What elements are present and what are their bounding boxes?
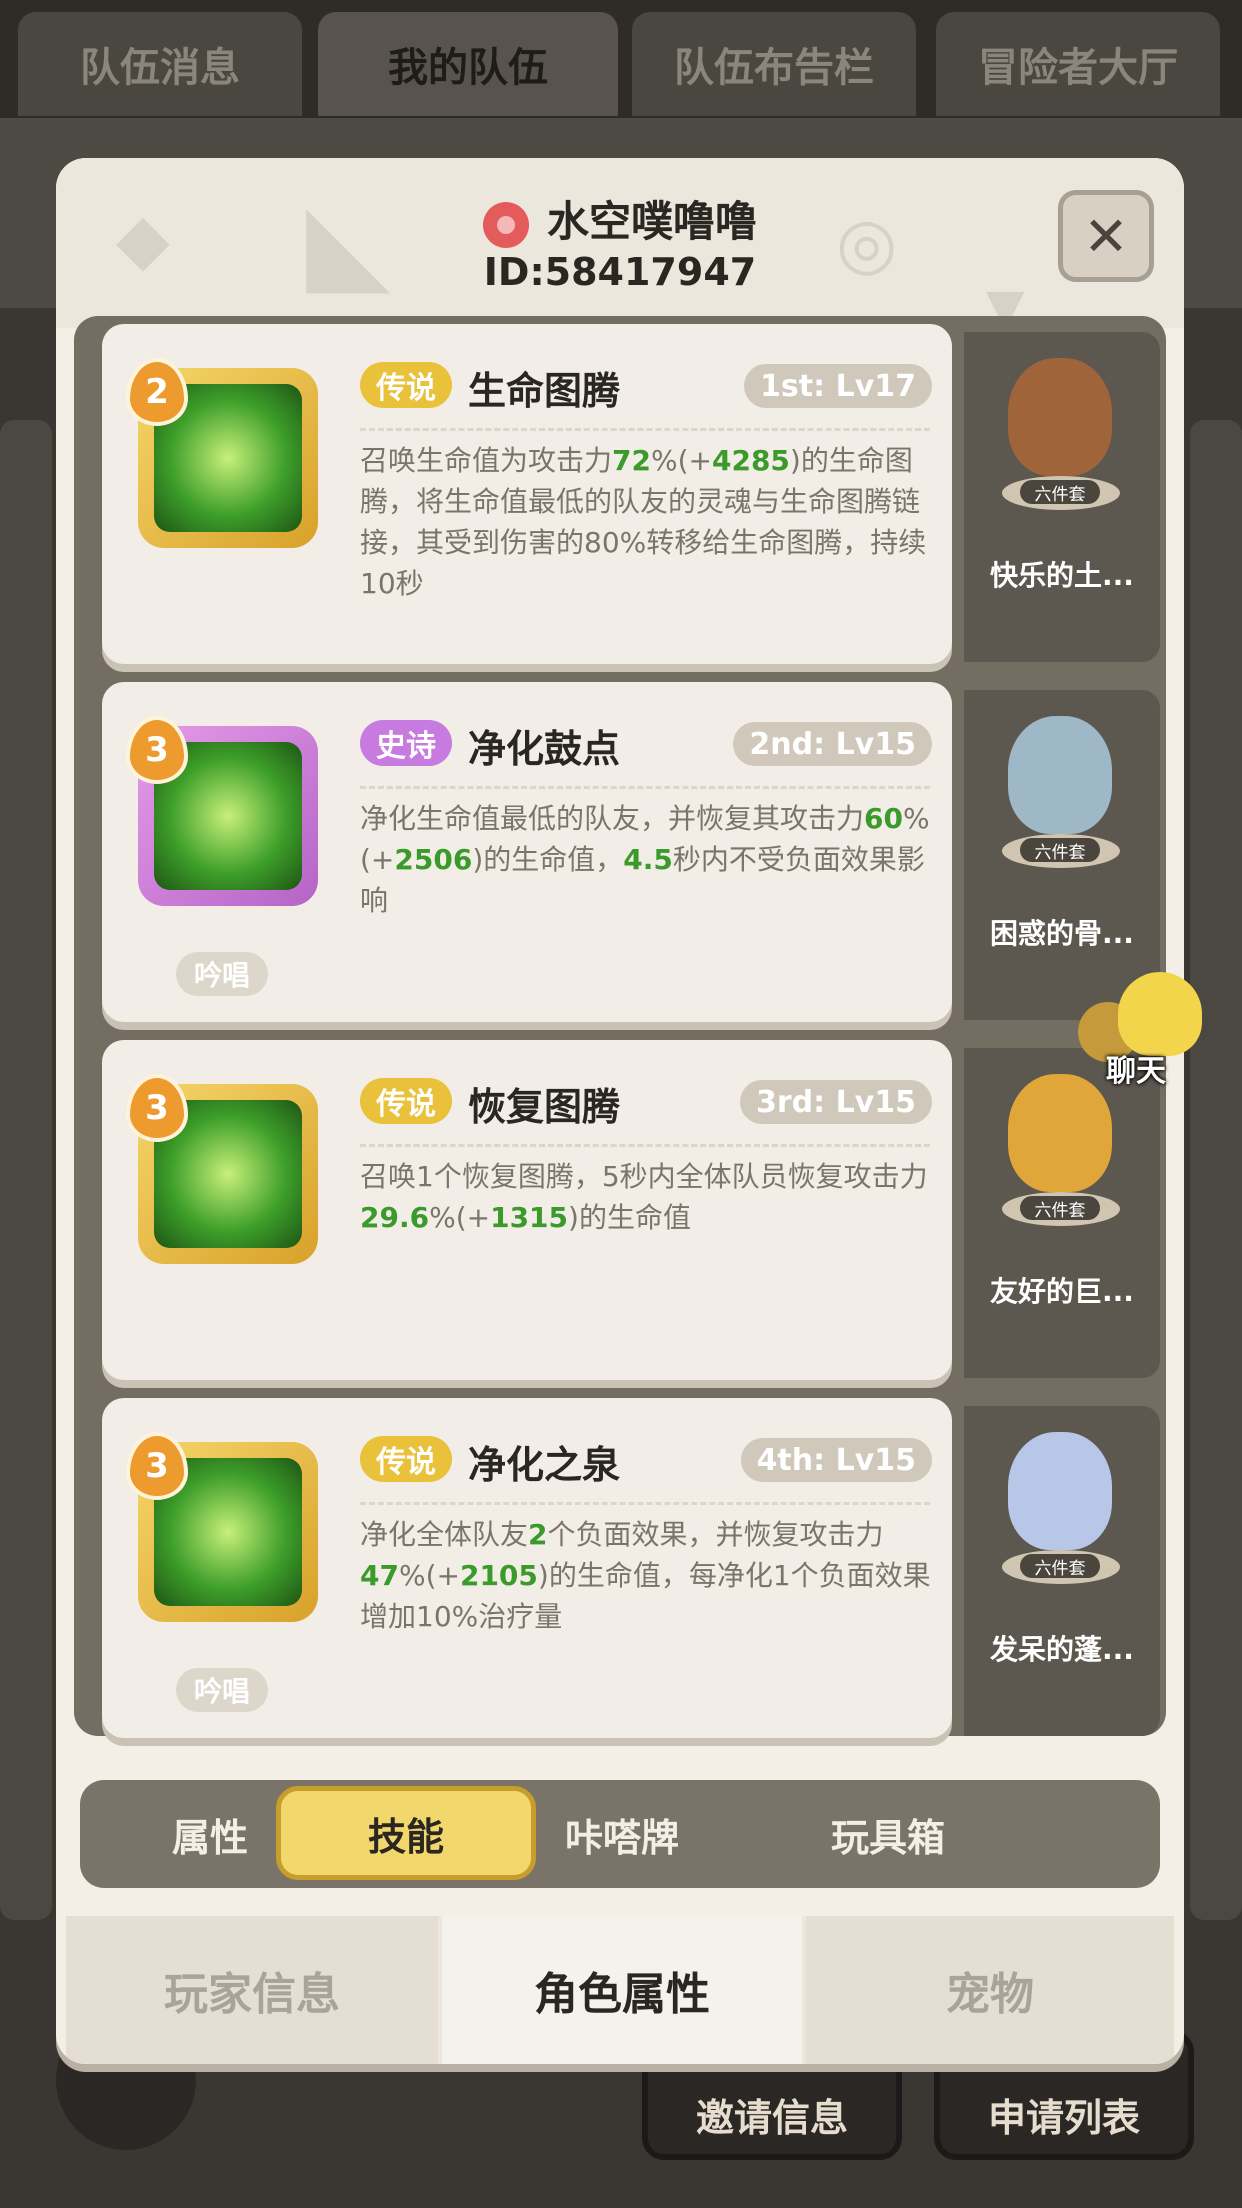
tab-character-attributes[interactable]: 角色属性 — [442, 1916, 802, 2064]
divider — [360, 1502, 930, 1505]
skill-rarity-badge: 传说 — [360, 1436, 452, 1482]
pet-figure: 六件套 — [984, 716, 1134, 876]
divider — [360, 428, 930, 431]
skill-value-highlight: 2 — [528, 1518, 548, 1551]
skill-value-highlight: 60 — [864, 802, 903, 835]
skill-value-highlight: 29.6 — [360, 1201, 430, 1234]
skill-description-text: 个负面效果，并恢复攻击力 — [547, 1518, 884, 1551]
pet-figure: 六件套 — [984, 358, 1134, 518]
pet-name: 快乐的土... — [990, 559, 1134, 592]
pet-slot[interactable]: 六件套快乐的土... — [964, 332, 1160, 662]
player-detail-modal: ◆ ◣ ◎ ▼ 水空噗噜噜 ID:58417947 ✕ 六件套 快乐的土... 2 传… — [56, 158, 1184, 2064]
pet-figure: 六件套 — [984, 1074, 1134, 1234]
pet-name: 友好的巨... — [990, 1275, 1134, 1308]
pet-slot[interactable]: 六件套友好的巨... — [964, 1048, 1160, 1378]
skill-description-text: )的生命值 — [568, 1201, 691, 1234]
skill-rarity-badge: 史诗 — [360, 720, 452, 766]
skill-value-highlight: 2506 — [394, 843, 473, 876]
skill-value-highlight: 72 — [612, 444, 651, 477]
pet-set-tag: 六件套 — [1020, 480, 1100, 505]
bg-tab-adventurer-hall[interactable]: 冒险者大厅 — [936, 12, 1220, 116]
skill-rank-badge: 2nd: Lv15 — [733, 722, 932, 766]
skill-description-text: 召唤生命值为攻击力 — [360, 444, 613, 477]
chat-label: 聊天 — [1106, 1054, 1166, 1089]
tab-player-info[interactable]: 玩家信息 — [66, 1916, 438, 2064]
skill-name: 恢复图腾 — [468, 1085, 621, 1129]
main-tab-bar: 玩家信息 角色属性 宠物 — [66, 1916, 1174, 2064]
skill-description-text: 召唤1个恢复图腾，5秒内全体队员恢复攻击力 — [360, 1160, 928, 1193]
bg-tab-my-team[interactable]: 我的队伍 — [318, 12, 618, 116]
skill-description-text: %(+ — [398, 1559, 460, 1592]
divider — [360, 1144, 930, 1147]
player-name-row: 水空噗噜噜 — [56, 188, 1184, 249]
pet-set-tag: 六件套 — [1020, 838, 1100, 863]
skill-rarity-badge: 传说 — [360, 1078, 452, 1124]
close-icon: ✕ — [1083, 204, 1129, 268]
pet-icon — [1008, 358, 1112, 476]
skill-description-text: %(+ — [650, 444, 712, 477]
chant-tag: 吟唱 — [176, 1668, 269, 1712]
pet-figure: 六件套 — [984, 1432, 1134, 1592]
player-name: 水空噗噜噜 — [546, 197, 757, 246]
pet-set-tag: 六件套 — [1020, 1196, 1100, 1221]
skill-description: 净化全体队友2个负面效果，并恢复攻击力47%(+2105)的生命值，每净化1个负… — [360, 1514, 940, 1637]
skill-description: 召唤生命值为攻击力72%(+4285)的生命图腾，将生命值最低的队友的灵魂与生命… — [360, 440, 940, 604]
skill-name: 生命图腾 — [468, 369, 621, 413]
skill-rank-badge: 3rd: Lv15 — [739, 1080, 932, 1124]
skill-description: 净化生命值最低的队友，并恢复其攻击力60%(+2506)的生命值，4.5秒内不受… — [360, 798, 940, 921]
skill-rank-badge: 4th: Lv15 — [740, 1438, 932, 1482]
sub-tab-bar: 属性 技能 咔嗒牌 玩具箱 — [80, 1780, 1160, 1888]
player-id: ID:58417947 — [483, 250, 757, 294]
pet-icon — [1008, 716, 1112, 834]
pet-set-tag: 六件套 — [1020, 1554, 1100, 1579]
tab-toybox[interactable]: 玩具箱 — [758, 1780, 1018, 1888]
bg-tab-team-board[interactable]: 队伍布告栏 — [632, 12, 916, 116]
chat-button[interactable]: 聊天 — [1078, 972, 1208, 1089]
pet-icon — [1008, 1432, 1112, 1550]
skill-value-highlight: 47 — [360, 1559, 399, 1592]
skill-card[interactable]: 3 传说 净化之泉 4th: Lv15 净化全体队友2个负面效果，并恢复攻击力47%(+… — [102, 1398, 952, 1738]
skill-value-highlight: 4285 — [711, 444, 790, 477]
pet-name: 困惑的骨... — [990, 917, 1134, 950]
skill-card[interactable]: 3 传说 恢复图腾 3rd: Lv15 召唤1个恢复图腾，5秒内全体队员恢复攻击力29.… — [102, 1040, 952, 1380]
skill-description-text: %(+ — [429, 1201, 491, 1234]
skill-value-highlight: 2105 — [459, 1559, 538, 1592]
background-left-edge — [0, 420, 52, 1920]
skill-name: 净化之泉 — [468, 1443, 621, 1487]
pet-name: 发呆的蓬... — [990, 1633, 1134, 1666]
tab-pets[interactable]: 宠物 — [806, 1916, 1174, 2064]
skill-value-highlight: 4.5 — [623, 843, 673, 876]
skill-name: 净化鼓点 — [468, 727, 621, 771]
skill-description: 召唤1个恢复图腾，5秒内全体队员恢复攻击力 29.6%(+1315)的生命值 — [360, 1156, 940, 1238]
tab-cards[interactable]: 咔嗒牌 — [492, 1780, 752, 1888]
skill-rarity-badge: 传说 — [360, 362, 452, 408]
divider — [360, 786, 930, 789]
skill-description-text: )的生命值， — [472, 843, 624, 876]
pet-icon — [1008, 1074, 1112, 1192]
skill-card[interactable]: 2 传说 生命图腾 1st: Lv17 召唤生命值为攻击力72%(+4285)的生命图腾… — [102, 324, 952, 664]
skills-panel: 六件套 快乐的土... 2 传说 生命图腾 1st: Lv17 召唤生命值为攻击力72%(+… — [74, 316, 1166, 1738]
background-right-edge — [1190, 420, 1242, 1920]
chant-tag: 吟唱 — [176, 952, 269, 996]
skill-description-text: 净化全体队友 — [360, 1518, 529, 1551]
background-tab-bar: 队伍消息 我的队伍 队伍布告栏 冒险者大厅 — [0, 0, 1242, 118]
pet-slot[interactable]: 六件套发呆的蓬... — [964, 1406, 1160, 1736]
bg-tab-team-messages[interactable]: 队伍消息 — [18, 12, 302, 116]
skill-rank-badge: 1st: Lv17 — [744, 364, 932, 408]
key-icon — [482, 201, 529, 248]
close-button[interactable]: ✕ — [1058, 190, 1154, 282]
skill-value-highlight: 1315 — [490, 1201, 569, 1234]
chat-face-icon — [1118, 972, 1202, 1056]
pet-slot[interactable]: 六件套困惑的骨... — [964, 690, 1160, 1020]
skill-card[interactable]: 3 史诗 净化鼓点 2nd: Lv15 净化生命值最低的队友，并恢复其攻击力60%(+2… — [102, 682, 952, 1022]
skill-description-text: 净化生命值最低的队友，并恢复其攻击力 — [360, 802, 865, 835]
